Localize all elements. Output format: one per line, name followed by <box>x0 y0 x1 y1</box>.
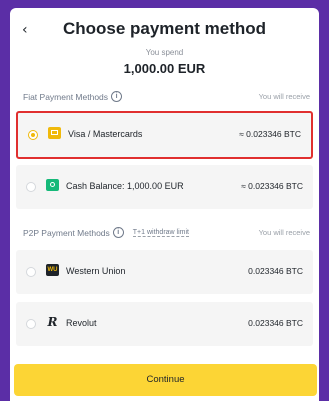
p2p-section-header: P2P Payment Methods i T+1 withdraw limit… <box>23 227 310 239</box>
method-label: Cash Balance: 1,000.00 EUR <box>66 181 184 191</box>
radio-selected[interactable] <box>28 130 38 140</box>
radio-unselected[interactable] <box>26 319 36 329</box>
method-label: Western Union <box>66 266 126 276</box>
revolut-icon: R <box>47 315 58 329</box>
method-label: Revolut <box>66 318 97 328</box>
western-union-icon: WU <box>46 264 59 276</box>
method-receive-value: 0.023346 BTC <box>248 318 303 328</box>
continue-button[interactable]: Continue <box>14 364 317 396</box>
payment-method-revolut[interactable]: R Revolut 0.023346 BTC <box>16 302 313 346</box>
credit-card-icon <box>48 127 61 139</box>
method-receive-value: ≈ 0.023346 BTC <box>239 129 301 139</box>
payment-panel: ‹ Choose payment method You spend 1,000.… <box>10 8 319 401</box>
radio-unselected[interactable] <box>26 267 36 277</box>
method-receive-value: 0.023346 BTC <box>248 266 303 276</box>
cash-icon <box>46 179 59 191</box>
fiat-receive-label: You will receive <box>258 92 310 101</box>
radio-unselected[interactable] <box>26 182 36 192</box>
withdraw-limit-link[interactable]: T+1 withdraw limit <box>132 229 189 237</box>
method-receive-value: ≈ 0.023346 BTC <box>241 181 303 191</box>
payment-method-western-union[interactable]: WU Western Union 0.023346 BTC <box>16 250 313 294</box>
spend-label: You spend <box>145 48 184 57</box>
page-title: Choose payment method <box>62 19 267 38</box>
info-icon[interactable]: i <box>112 227 124 238</box>
spend-amount: 1,000.00 EUR <box>123 61 206 76</box>
method-label: Visa / Mastercards <box>68 129 143 139</box>
payment-method-cash-balance[interactable]: Cash Balance: 1,000.00 EUR ≈ 0.023346 BT… <box>16 165 313 209</box>
fiat-section-header: Fiat Payment Methods i You will receive <box>23 91 310 103</box>
p2p-receive-label: You will receive <box>258 228 310 237</box>
fiat-section-label: Fiat Payment Methods <box>23 91 109 102</box>
info-icon[interactable]: i <box>111 91 123 102</box>
payment-method-visa-mastercard[interactable]: Visa / Mastercards ≈ 0.023346 BTC <box>16 111 313 159</box>
p2p-section-label: P2P Payment Methods <box>23 227 110 238</box>
